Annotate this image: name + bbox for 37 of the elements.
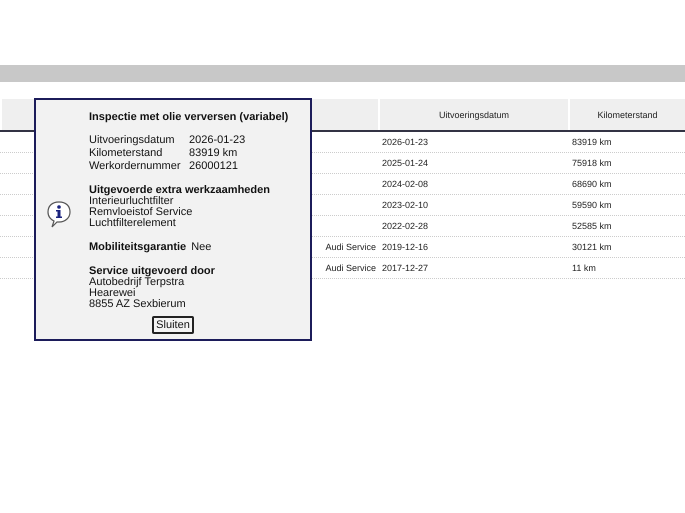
work-item: Luchtfilterelement: [89, 218, 177, 229]
table-cell: 11 km: [572, 263, 596, 273]
table-cell: 75918 km: [572, 158, 612, 168]
column-header: Uitvoeringsdatum: [378, 99, 568, 130]
field-label: Uitvoeringsdatum: [89, 135, 176, 146]
field-value: Nee: [191, 242, 212, 253]
column-header: Kilometerstand: [568, 99, 685, 130]
work-item: Remvloeistof Service: [89, 207, 194, 218]
field-value: 83919 km: [189, 148, 238, 159]
field-label: Kilometerstand: [89, 148, 164, 159]
table-cell: 59590 km: [572, 200, 612, 210]
info-icon: [46, 200, 72, 228]
table-cell: 52585 km: [572, 221, 612, 231]
table-cell: 2017-12-27: [382, 263, 428, 273]
field-value: 26000121: [189, 161, 239, 172]
table-cell: 83919 km: [572, 137, 612, 147]
field-label: Werkordernummer: [89, 161, 182, 172]
address-line: Autobedrijf Terpstra: [89, 277, 184, 288]
close-button[interactable]: Sluiten: [152, 316, 194, 334]
table-cell: 2024-02-08: [382, 179, 428, 189]
work-item: Interieurluchtfilter: [89, 196, 174, 207]
table-cell: 2022-02-28: [382, 221, 428, 231]
address-line: 8855 AZ Sexbierum: [89, 299, 187, 310]
table-cell: Audi Service: [325, 263, 376, 273]
table-cell: Audi Service: [325, 242, 376, 252]
address-line: Hearewei: [89, 288, 136, 299]
field-label: Mobiliteitsgarantie: [89, 242, 186, 253]
table-cell: 2023-02-10: [382, 200, 428, 210]
section-heading: Uitgevoerde extra werkzaamheden: [89, 185, 271, 196]
section-heading: Service uitgevoerd door: [89, 266, 216, 277]
field-value: 2026-01-23: [189, 135, 246, 146]
table-cell: 2026-01-23: [382, 137, 428, 147]
dialog-title: Inspectie met olie verversen (variabel): [89, 112, 290, 123]
table-cell: 68690 km: [572, 179, 612, 189]
table-cell: 2019-12-16: [382, 242, 428, 252]
table-cell: 30121 km: [572, 242, 612, 252]
table-cell: 2025-01-24: [382, 158, 428, 168]
